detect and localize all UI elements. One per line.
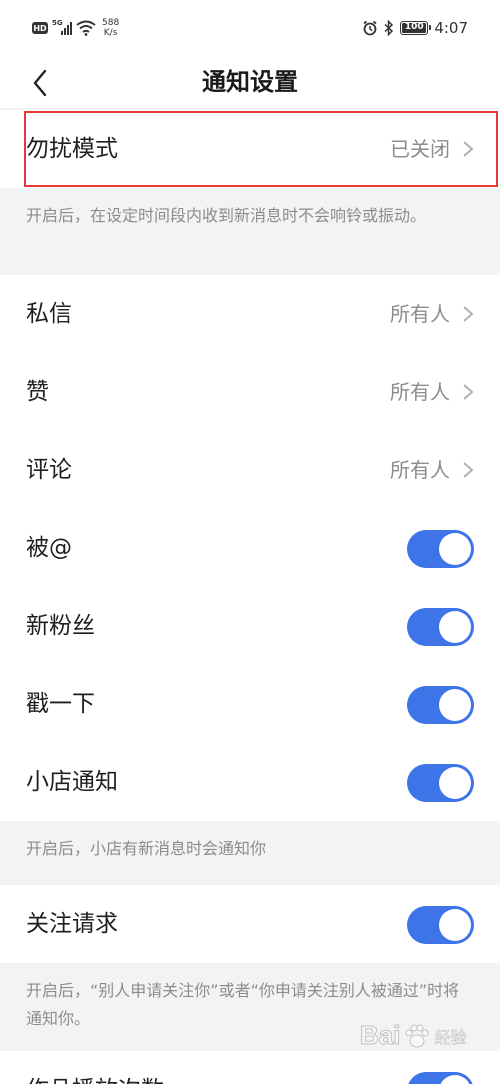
status-bar-left: HD 5G 588 K/s	[32, 18, 119, 38]
shop-note: 开启后，小店有新消息时会通知你	[0, 821, 500, 885]
row-likes[interactable]: 赞 所有人	[0, 353, 500, 431]
new-followers-label: 新粉丝	[26, 613, 95, 639]
likes-value: 所有人	[390, 380, 450, 404]
mentions-toggle[interactable]	[407, 530, 474, 568]
follow-request-toggle[interactable]	[407, 906, 474, 944]
row-private-message[interactable]: 私信 所有人	[0, 275, 500, 353]
shop-notice-label: 小店通知	[26, 769, 118, 795]
clock: 4:07	[434, 19, 468, 37]
watermark: Bai 经验	[359, 1020, 467, 1051]
row-follow-request: 关注请求	[0, 885, 500, 963]
watermark-logo: Bai	[359, 1020, 401, 1051]
status-bar-right: 100 4:07	[362, 19, 468, 37]
shop-notice-toggle[interactable]	[407, 764, 474, 802]
network-speed: 588 K/s	[102, 18, 120, 38]
chevron-right-icon	[463, 141, 474, 157]
dnd-mode-row[interactable]: 勿扰模式 已关闭	[0, 110, 500, 188]
paw-icon	[405, 1024, 429, 1047]
chevron-right-icon	[463, 384, 474, 400]
battery-level: 100	[404, 22, 424, 32]
wifi-icon	[76, 20, 96, 36]
alarm-icon	[363, 20, 377, 36]
play-count-toggle[interactable]	[407, 1072, 474, 1084]
dnd-note: 开启后，在设定时间段内收到新消息时不会响铃或振动。	[0, 188, 500, 275]
row-shop-notice: 小店通知	[0, 743, 500, 821]
follow-request-label: 关注请求	[26, 911, 118, 937]
private-message-label: 私信	[26, 301, 72, 327]
chevron-right-icon	[463, 306, 474, 322]
row-play-count: 作品播放次数	[0, 1051, 500, 1084]
watermark-text: 经验	[434, 1027, 467, 1047]
battery-icon: 100	[400, 21, 432, 35]
chevron-right-icon	[463, 462, 474, 478]
hd-badge: HD	[32, 22, 48, 34]
private-message-value: 所有人	[390, 302, 450, 326]
mentions-label: 被@	[26, 535, 72, 561]
play-count-label: 作品播放次数	[26, 1051, 164, 1084]
new-followers-toggle[interactable]	[407, 608, 474, 646]
likes-label: 赞	[26, 379, 49, 405]
poke-label: 戳一下	[26, 691, 95, 717]
dnd-mode-label: 勿扰模式	[26, 136, 118, 162]
row-mentions: 被@	[0, 509, 500, 587]
cellular-signal-icon: 5G	[52, 19, 72, 35]
page-title: 通知设置	[202, 68, 298, 96]
comments-value: 所有人	[390, 458, 450, 482]
comments-label: 评论	[26, 457, 72, 483]
row-comments[interactable]: 评论 所有人	[0, 431, 500, 509]
poke-toggle[interactable]	[407, 686, 474, 724]
status-bar: HD 5G 588 K/s 100 4:07	[0, 0, 500, 58]
nav-bar: 通知设置	[0, 58, 500, 108]
bluetooth-icon	[384, 20, 394, 36]
row-poke: 戳一下	[0, 665, 500, 743]
dnd-mode-value: 已关闭	[390, 137, 450, 161]
row-new-followers: 新粉丝	[0, 587, 500, 665]
